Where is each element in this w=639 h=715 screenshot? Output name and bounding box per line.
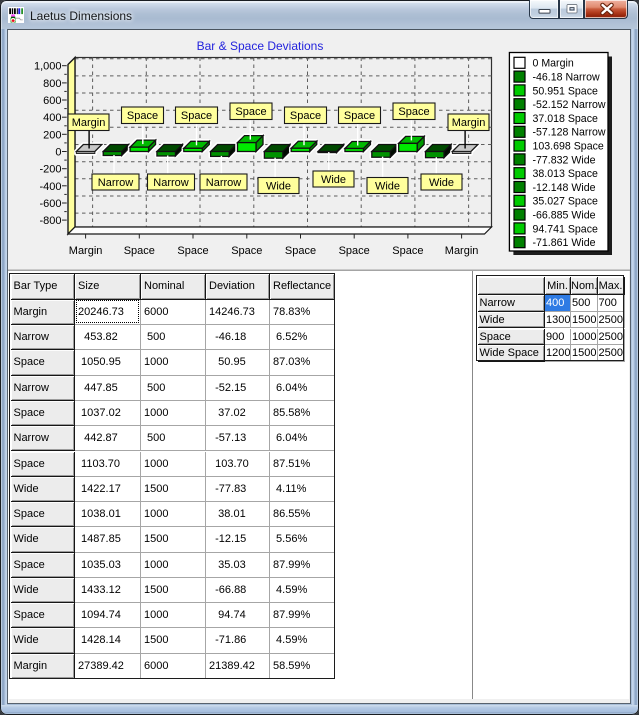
svg-text:Space: Space [127,110,158,122]
svg-text:-600: -600 [39,198,61,210]
svg-text:Space: Space [344,110,375,122]
svg-text:Space: Space [290,110,321,122]
svg-text:35.027 Space: 35.027 Space [533,196,598,208]
svg-text:Space: Space [235,106,266,118]
svg-text:Margin: Margin [72,117,106,129]
svg-text:400: 400 [43,112,61,124]
svg-text:-66.885 Wide: -66.885 Wide [533,210,596,222]
svg-text:Wide: Wide [266,181,291,193]
svg-text:Space: Space [392,245,423,257]
svg-text:Space: Space [339,245,370,257]
svg-text:Space: Space [177,245,208,257]
svg-text:103.698 Space: 103.698 Space [533,141,604,153]
svg-text:200: 200 [43,129,61,141]
svg-text:94.741 Space: 94.741 Space [533,223,598,235]
svg-text:Bar & Space Deviations: Bar & Space Deviations [197,39,324,53]
svg-text:50.951 Space: 50.951 Space [533,85,598,97]
svg-text:1,000: 1,000 [34,61,62,73]
svg-text:-77.832 Wide: -77.832 Wide [533,154,596,166]
svg-text:600: 600 [43,95,61,107]
svg-text:Narrow: Narrow [153,177,189,189]
svg-text:37.018 Space: 37.018 Space [533,113,598,125]
svg-text:-52.152 Narrow: -52.152 Narrow [533,99,606,111]
svg-text:0 Margin: 0 Margin [533,58,574,70]
svg-text:0: 0 [55,147,61,159]
svg-text:Wide: Wide [321,174,346,186]
svg-text:-400: -400 [39,181,61,193]
svg-text:-200: -200 [39,164,61,176]
svg-text:Margin: Margin [69,245,103,257]
svg-text:-46.18 Narrow: -46.18 Narrow [533,72,600,84]
svg-text:Space: Space [124,245,155,257]
svg-text:-12.148 Wide: -12.148 Wide [533,182,596,194]
svg-text:-800: -800 [39,215,61,227]
svg-text:800: 800 [43,78,61,90]
svg-text:Wide: Wide [375,181,400,193]
svg-text:Space: Space [398,106,429,118]
svg-text:-71.861 Wide: -71.861 Wide [533,237,596,249]
svg-text:-57.128 Narrow: -57.128 Narrow [533,127,606,139]
svg-text:Space: Space [231,245,262,257]
svg-text:Narrow: Narrow [206,177,242,189]
svg-text:Space: Space [285,245,316,257]
svg-text:Wide: Wide [429,177,454,189]
svg-text:Margin: Margin [445,245,479,257]
svg-text:38.013 Space: 38.013 Space [533,168,598,180]
svg-text:Narrow: Narrow [98,177,134,189]
svg-text:Margin: Margin [452,117,486,129]
svg-text:Space: Space [181,110,212,122]
